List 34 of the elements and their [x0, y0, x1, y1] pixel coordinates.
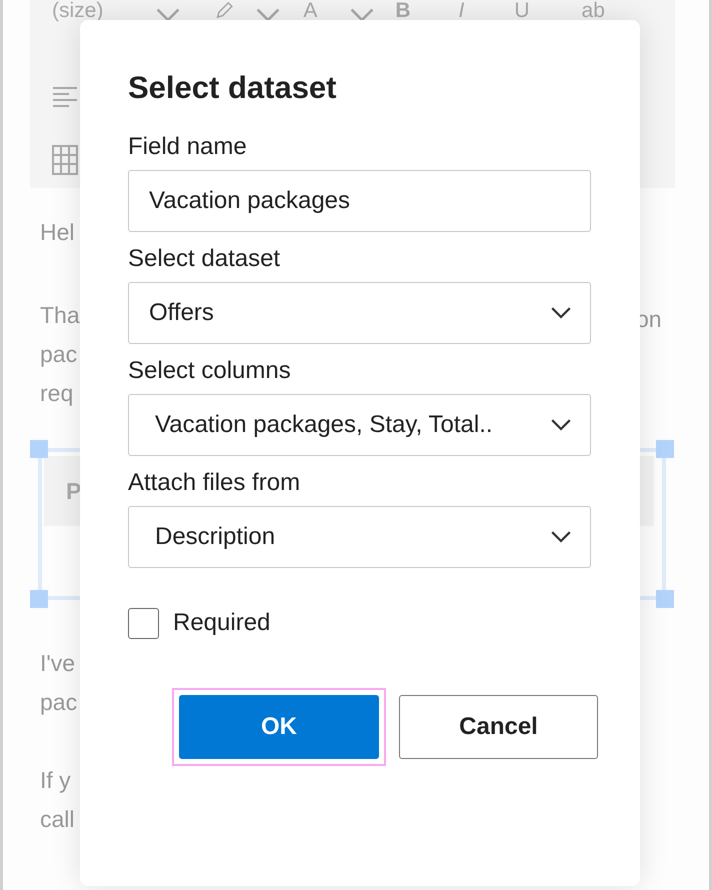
field-label: Select dataset [128, 244, 282, 274]
chevron-down-icon [349, 7, 376, 23]
table-icon[interactable] [52, 145, 78, 175]
resize-handle[interactable] [656, 590, 674, 608]
chevron-down-icon [550, 418, 572, 432]
resize-handle[interactable] [30, 440, 48, 458]
ok-button[interactable]: OK [179, 695, 379, 759]
paragraph-text: Hel [40, 218, 75, 247]
field-label: Select columns [128, 356, 292, 386]
dialog-title: Select dataset [128, 69, 338, 107]
checkbox[interactable] [128, 608, 159, 638]
paragraph-text: pac [40, 688, 78, 717]
paragraph-text: I've [40, 649, 76, 678]
field-label: Attach files from [128, 468, 302, 498]
cancel-button[interactable]: Cancel [399, 695, 598, 759]
header-text: P [66, 478, 82, 504]
dropdown[interactable]: Offers [128, 282, 591, 344]
align-left-icon[interactable] [52, 85, 78, 109]
chevron-down-icon [255, 7, 282, 23]
paragraph-text: req [40, 379, 74, 408]
dropdown[interactable]: Vacation packages, Stay, Total.. [128, 394, 591, 456]
paragraph-text: call [40, 805, 75, 834]
dropdown[interactable]: Description [128, 506, 591, 568]
resize-handle[interactable] [656, 440, 674, 458]
field-label: Field name [128, 132, 248, 162]
resize-handle[interactable] [30, 590, 48, 608]
chevron-down-icon [550, 530, 572, 544]
paragraph-text: Tha [40, 301, 80, 330]
chevron-down-icon [550, 306, 572, 320]
chevron-down-icon [155, 7, 182, 23]
text-field[interactable]: Vacation packages [128, 170, 591, 232]
paragraph-text: pac [40, 340, 78, 369]
checkbox-label: Required [173, 608, 270, 638]
paragraph-text: If y [40, 766, 71, 795]
